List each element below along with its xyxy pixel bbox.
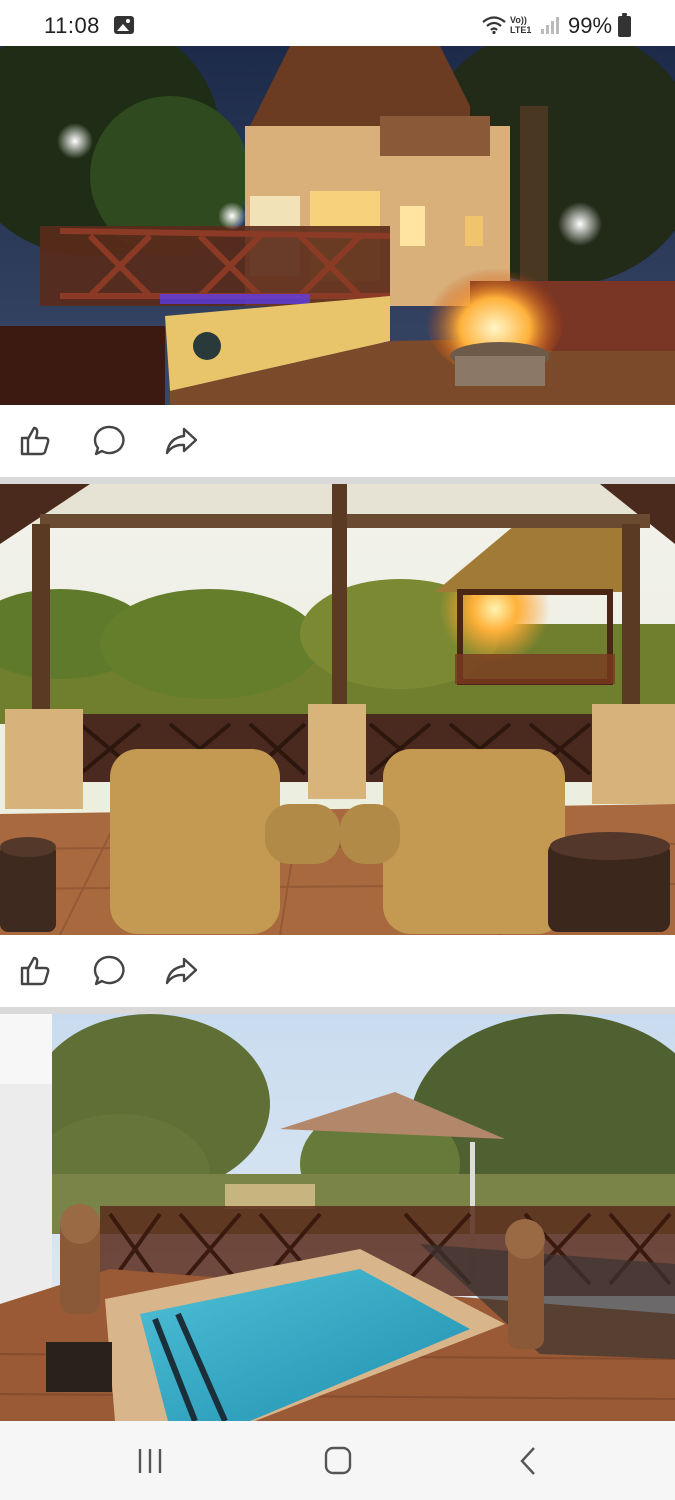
plunge-pool-illustration — [0, 1014, 675, 1421]
recent-apps-icon[interactable] — [130, 1443, 170, 1479]
home-icon[interactable] — [318, 1443, 358, 1479]
volte-icon: Vo)) LTE1 — [510, 15, 531, 35]
like-icon[interactable] — [18, 953, 54, 989]
gallery-icon — [114, 16, 134, 34]
back-icon[interactable] — [508, 1443, 548, 1479]
deck-sunset-illustration — [0, 484, 675, 935]
wifi-icon — [482, 16, 506, 34]
post-divider — [0, 477, 675, 484]
lte-label: LTE1 — [510, 25, 532, 35]
comment-icon[interactable] — [92, 423, 128, 459]
lodge-night-fire-pit-photo[interactable] — [0, 46, 675, 405]
post-divider — [0, 1007, 675, 1014]
lodge-night-illustration — [0, 46, 675, 405]
like-icon[interactable] — [18, 423, 54, 459]
status-time: 11:08 — [44, 13, 100, 38]
share-icon[interactable] — [164, 953, 200, 989]
battery-percentage: 99% — [568, 13, 613, 38]
volte-label: Vo)) — [510, 15, 527, 25]
signal-icon — [541, 17, 559, 34]
post-action-bar — [0, 935, 675, 1007]
navigation-bar — [0, 1421, 675, 1500]
status-bar: 11:08 Vo)) LTE1 99% — [0, 0, 675, 46]
comment-icon[interactable] — [92, 953, 128, 989]
post-action-bar — [0, 405, 675, 477]
share-icon[interactable] — [164, 423, 200, 459]
battery-icon — [618, 13, 631, 37]
plunge-pool-umbrella-photo[interactable] — [0, 1014, 675, 1421]
deck-sunset-chairs-photo[interactable] — [0, 484, 675, 935]
